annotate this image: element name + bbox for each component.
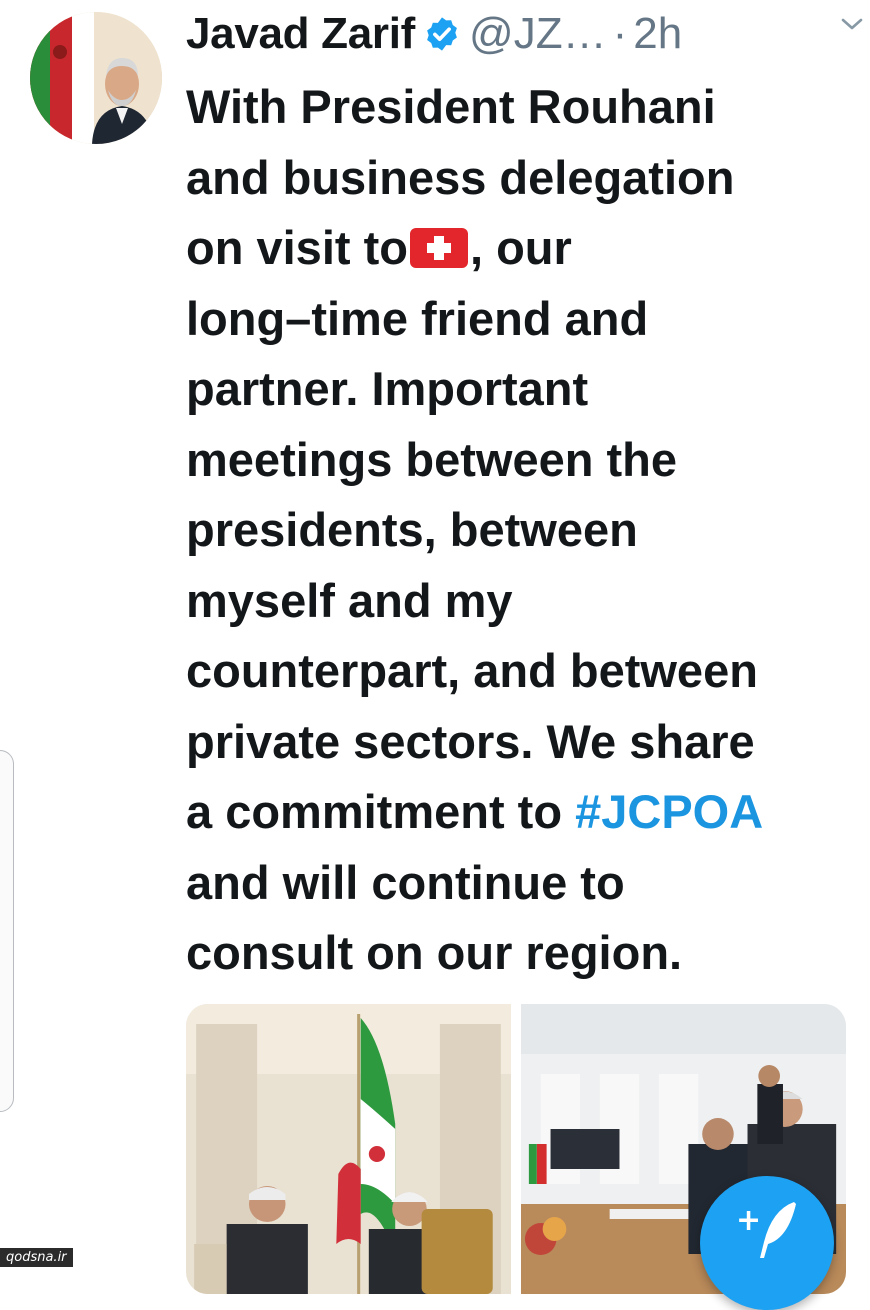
tweet-text-line: long–time friend and <box>186 291 649 345</box>
chevron-down-icon[interactable] <box>838 14 866 34</box>
tweet-text-line: presidents, between <box>186 503 638 556</box>
swiss-flag-emoji-icon <box>409 228 468 268</box>
tweet-timestamp[interactable]: 2h <box>633 9 682 59</box>
tweet-text-line: meetings between the <box>186 432 677 486</box>
verified-badge-icon <box>423 15 461 53</box>
author-handle[interactable]: @JZ… <box>469 9 607 59</box>
compose-tweet-button[interactable]: + <box>700 1176 834 1310</box>
watermark-label: qodsna.ir <box>0 1248 73 1267</box>
tweet-text-line: and will continue to <box>186 855 625 909</box>
tweet-header: Javad Zarif @JZ… · 2h <box>186 4 850 64</box>
profile-avatar[interactable] <box>30 12 162 144</box>
svg-text:+: + <box>736 1203 761 1238</box>
tweet-text-line: counterpart, and between <box>186 644 758 697</box>
tweet-text-line: With President Rouhani <box>186 80 716 133</box>
tweet-text: With President Rouhani and business dele… <box>186 72 851 989</box>
tweet-text-line: on visit to, our <box>186 221 572 274</box>
tweet-text-line: partner. Important <box>186 362 589 415</box>
tweet-text-line: and business delegation <box>186 150 735 204</box>
feather-plus-icon: + <box>736 1202 796 1258</box>
side-edge-handle <box>0 750 14 1112</box>
hashtag-link[interactable]: #JCPOA <box>575 785 763 838</box>
media-photo-1[interactable] <box>186 1004 511 1294</box>
header-separator: · <box>612 9 628 58</box>
tweet-text-line: consult on our region. <box>186 926 683 979</box>
author-name[interactable]: Javad Zarif <box>186 9 415 59</box>
tweet-text-line: private sectors. We share <box>186 714 755 768</box>
tweet-text-line: myself and my <box>186 573 513 627</box>
tweet-text-line: a commitment to #JCPOA <box>186 785 764 838</box>
